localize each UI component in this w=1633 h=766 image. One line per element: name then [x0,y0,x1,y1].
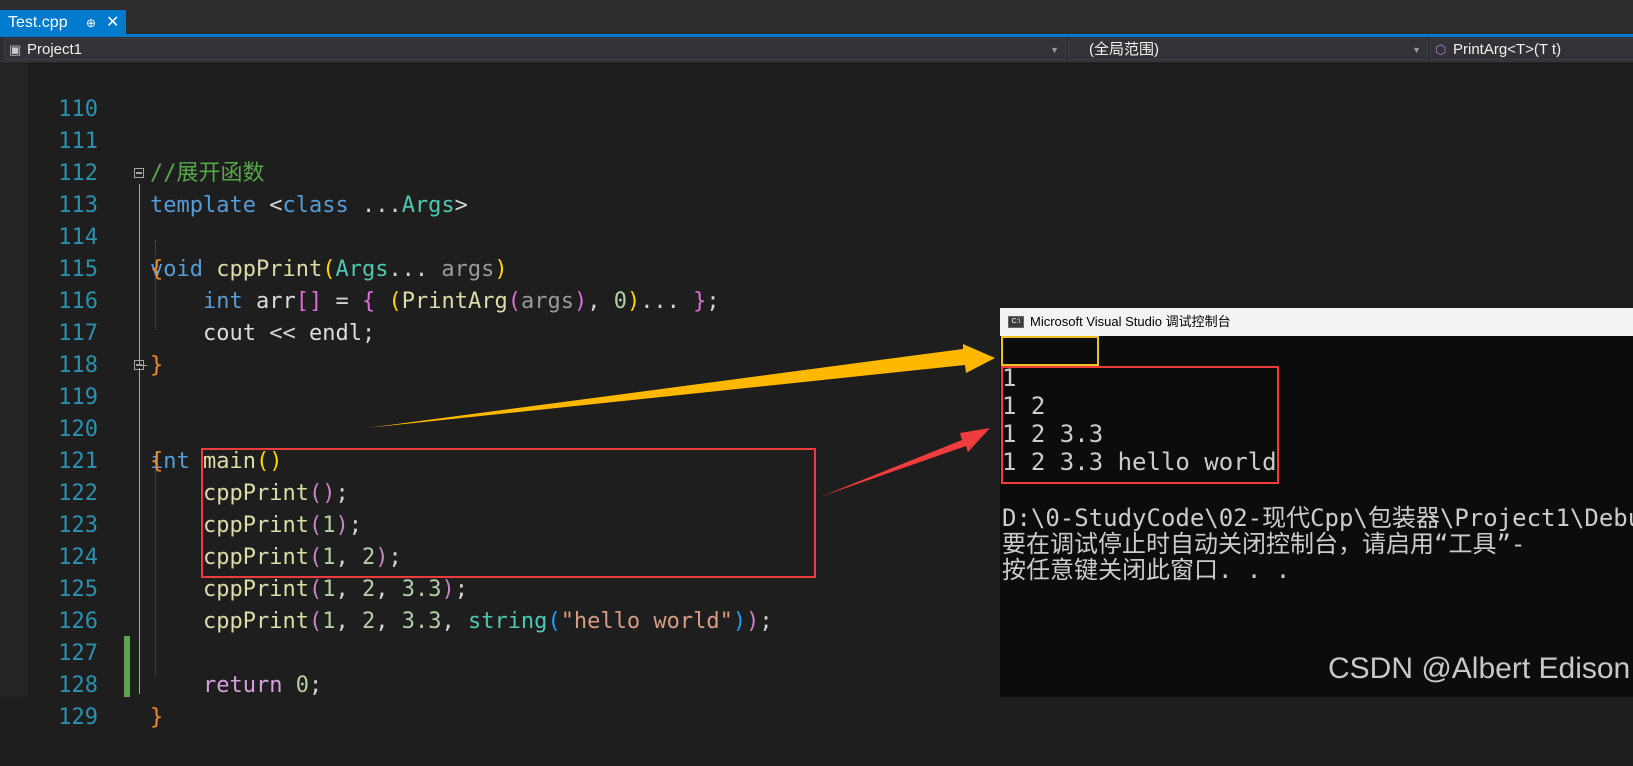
watermark-text: CSDN @Albert Edison [1328,652,1631,685]
annotation-arrows [367,344,995,497]
line-number: 129 [58,705,98,730]
yellow-arrow [367,344,995,428]
red-arrow [820,428,990,497]
brace: } [150,705,164,730]
